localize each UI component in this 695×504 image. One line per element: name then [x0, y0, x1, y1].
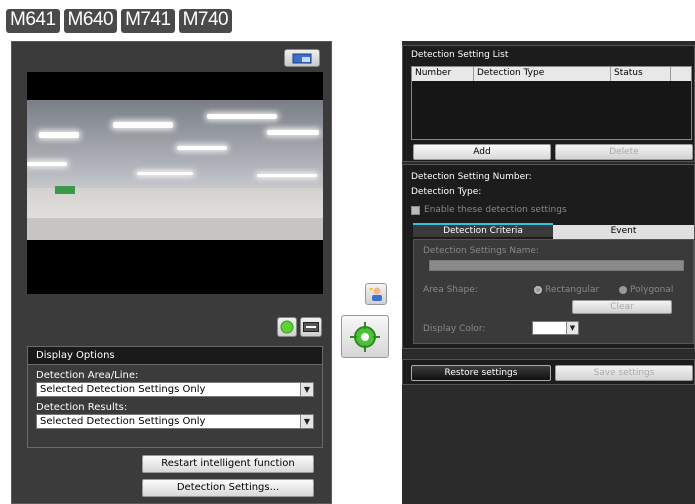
- results-select[interactable]: Selected Detection Settings Only ▼: [36, 414, 314, 429]
- tab-event[interactable]: Event: [553, 225, 694, 239]
- save-settings-button[interactable]: Save settings: [555, 365, 693, 381]
- chevron-down-icon: ▼: [300, 383, 313, 396]
- target-icon: [350, 321, 380, 352]
- settings-name-label: Detection Settings Name:: [423, 246, 539, 256]
- radio-dot: [534, 286, 542, 294]
- intelligent-function-page: M641 M640 M741 M740 Display Options Dete…: [0, 0, 695, 504]
- detection-list-section: Detection Setting List Number Detection …: [402, 45, 695, 162]
- detection-list-title: Detection Setting List: [411, 50, 509, 60]
- person-detect-button[interactable]: [365, 283, 387, 305]
- results-label: Detection Results:: [36, 402, 128, 413]
- area-line-label: Detection Area/Line:: [36, 370, 139, 381]
- column-header: Detection Type: [474, 67, 611, 81]
- green-circle-icon: [280, 320, 294, 334]
- chevron-down-icon: ▼: [300, 415, 313, 428]
- setting-number-label: Detection Setting Number:: [411, 172, 532, 182]
- live-view-panel: Display Options Detection Area/Line: Sel…: [11, 41, 332, 504]
- column-header: Number: [412, 67, 474, 81]
- display-color-label: Display Color:: [423, 324, 486, 334]
- person-icon: [369, 287, 382, 301]
- display-options-box: Display Options Detection Area/Line: Sel…: [27, 346, 323, 448]
- position-target-button[interactable]: [341, 315, 389, 358]
- overlay-icon: [303, 322, 319, 332]
- delete-button[interactable]: Delete: [555, 144, 693, 160]
- screen-size-button[interactable]: [284, 49, 320, 67]
- radio-polygonal[interactable]: Polygonal: [619, 284, 673, 296]
- model-badge: M641: [6, 9, 60, 33]
- tab-detection-criteria[interactable]: Detection Criteria: [413, 223, 553, 237]
- clear-button[interactable]: Clear: [572, 300, 672, 314]
- detection-settings-panel: Detection Setting List Number Detection …: [402, 41, 695, 504]
- save-section: Restore settings Save settings: [402, 359, 695, 385]
- model-badge: M640: [63, 9, 118, 33]
- area-shape-label: Area Shape:: [423, 285, 478, 295]
- enable-label: Enable these detection settings: [424, 205, 567, 215]
- model-badges: M641 M640 M741 M740: [6, 9, 233, 33]
- detection-setting-section: Detection Setting Number: Detection Type…: [402, 164, 695, 349]
- add-button[interactable]: Add: [413, 144, 551, 160]
- screen-size-icon: [292, 53, 312, 63]
- chevron-down-icon: ▼: [566, 322, 578, 334]
- area-line-select[interactable]: Selected Detection Settings Only ▼: [36, 382, 314, 397]
- camera-image: [27, 100, 323, 240]
- status-button[interactable]: [277, 317, 297, 337]
- exit-sign: [55, 186, 75, 194]
- criteria-box: Detection Settings Name: Area Shape: Rec…: [413, 239, 694, 344]
- display-options-title: Display Options: [28, 347, 322, 365]
- detection-list-table[interactable]: Number Detection Type Status: [411, 66, 692, 140]
- detection-settings-button[interactable]: Detection Settings...: [142, 479, 314, 497]
- display-toggle-button[interactable]: [300, 317, 322, 337]
- restore-settings-button[interactable]: Restore settings: [411, 365, 551, 381]
- enable-checkbox[interactable]: [411, 205, 420, 215]
- table-header: Number Detection Type Status: [412, 67, 691, 81]
- detection-type-label: Detection Type:: [411, 187, 482, 197]
- model-badge: M741: [121, 9, 175, 33]
- model-badge: M740: [178, 9, 233, 33]
- column-header: Status: [611, 67, 671, 81]
- enable-checkbox-row[interactable]: Enable these detection settings: [411, 204, 567, 216]
- restart-button[interactable]: Restart intelligent function: [142, 455, 314, 473]
- live-video[interactable]: [27, 72, 323, 294]
- radio-dot: [619, 286, 627, 294]
- settings-name-input[interactable]: [429, 260, 684, 271]
- display-color-select[interactable]: ▼: [532, 321, 579, 335]
- radio-rectangular[interactable]: Rectangular: [534, 284, 599, 296]
